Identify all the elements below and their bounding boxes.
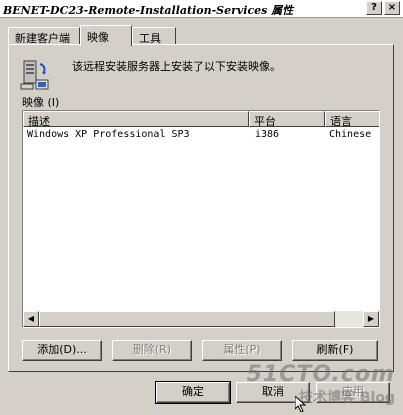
close-button[interactable]: × <box>384 1 400 15</box>
scroll-left-icon[interactable]: ◀ <box>23 311 39 327</box>
ok-button[interactable]: 确定 <box>155 381 231 404</box>
horizontal-scrollbar[interactable]: ◀ ▶ <box>23 311 379 327</box>
apply-button[interactable]: 应用 <box>316 382 390 403</box>
column-header-description[interactable]: 描述 <box>23 111 249 127</box>
table-row[interactable]: Windows XP Professional SP3 i386 Chinese <box>23 129 379 143</box>
remove-button[interactable]: 删除(R) <box>112 340 192 361</box>
tab-images[interactable]: 映像 <box>80 25 132 46</box>
tab-tools[interactable]: 工具 <box>132 27 176 45</box>
images-listview[interactable]: 描述 平台 语言 Windows XP Professional SP3 i38… <box>22 110 380 328</box>
cell-platform: i386 <box>255 129 280 140</box>
scroll-thumb[interactable] <box>39 311 335 327</box>
mouse-cursor-icon <box>295 396 307 412</box>
images-list-label: 映像 (I) <box>22 96 60 109</box>
add-button[interactable]: 添加(D)... <box>22 340 102 361</box>
scroll-right-icon[interactable]: ▶ <box>363 311 379 327</box>
listview-header: 描述 平台 语言 <box>23 111 379 128</box>
tab-new-client[interactable]: 新建客户端 <box>8 27 80 45</box>
server-icon <box>20 60 49 90</box>
column-header-language[interactable]: 语言 <box>325 111 379 127</box>
column-header-platform[interactable]: 平台 <box>249 111 325 127</box>
cell-language: Chinese <box>329 129 372 140</box>
window-title: BENET-DC23-Remote-Installation-Services … <box>3 4 294 17</box>
help-button[interactable]: ? <box>366 1 382 15</box>
title-bar: BENET-DC23-Remote-Installation-Services … <box>0 0 403 18</box>
properties-button[interactable]: 属性(P) <box>202 340 282 361</box>
refresh-button[interactable]: 刷新(F) <box>292 340 378 361</box>
description-text: 该远程安装服务器上安装了以下安装映像。 <box>72 60 281 73</box>
cell-description: Windows XP Professional SP3 <box>27 129 190 140</box>
